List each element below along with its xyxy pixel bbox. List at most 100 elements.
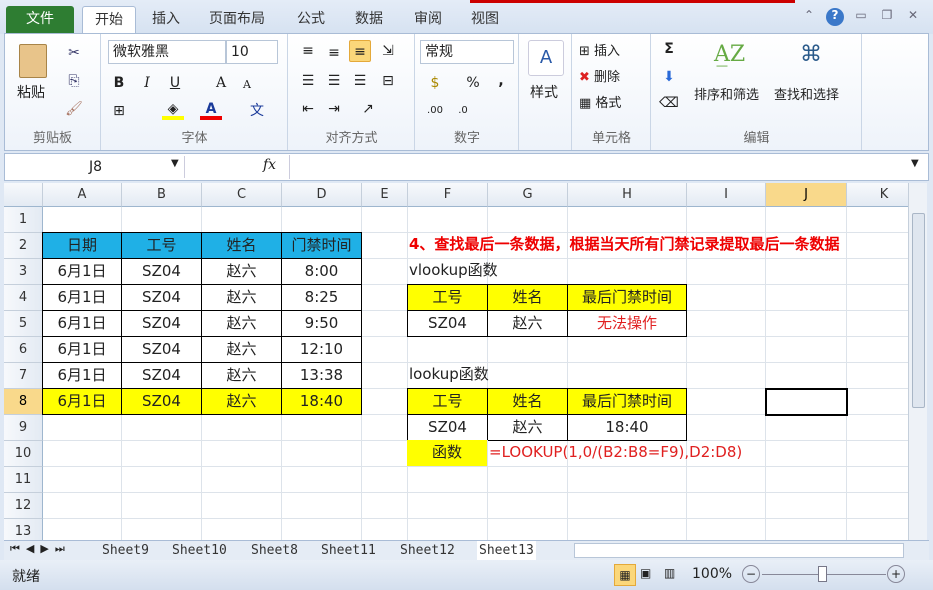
grid-cell[interactable] xyxy=(766,467,847,493)
cell-D5[interactable]: 9:50 xyxy=(281,310,362,337)
paste-button[interactable]: 粘贴 xyxy=(17,82,45,102)
grid-cell[interactable] xyxy=(202,441,282,467)
grid-cell[interactable] xyxy=(847,259,908,285)
grid-cell[interactable] xyxy=(766,337,847,363)
grid-cell[interactable] xyxy=(488,207,568,233)
phonetic-button[interactable]: 文 xyxy=(246,100,268,122)
grid-cell[interactable] xyxy=(43,493,122,519)
grid-cell[interactable] xyxy=(362,363,408,389)
minimize-ribbon-icon[interactable]: ⌃ xyxy=(800,8,818,26)
shrink-font-button[interactable]: A xyxy=(236,74,258,96)
grid-cell[interactable] xyxy=(488,337,568,363)
grid-cell[interactable] xyxy=(122,441,202,467)
cell-F7[interactable]: lookup函数 xyxy=(407,362,489,389)
cell-A6[interactable]: 6月1日 xyxy=(42,336,122,363)
align-bottom-icon[interactable]: ≡ xyxy=(349,40,371,62)
cell-C8[interactable]: 赵六 xyxy=(201,388,282,415)
grid-cell[interactable] xyxy=(43,467,122,493)
italic-button[interactable]: I xyxy=(136,72,158,94)
row-header-11[interactable]: 11 xyxy=(4,467,43,493)
column-header-C[interactable]: C xyxy=(202,183,282,207)
tab-page-layout[interactable]: 页面布局 xyxy=(197,6,277,34)
column-header-B[interactable]: B xyxy=(122,183,202,207)
align-center-icon[interactable]: ☰ xyxy=(323,70,345,92)
font-color-button[interactable]: A xyxy=(200,98,222,120)
cell-C7[interactable]: 赵六 xyxy=(201,362,282,389)
grid-cell[interactable] xyxy=(362,519,408,540)
format-cells-button[interactable]: ▦ 格式 xyxy=(579,92,621,111)
grid-cell[interactable] xyxy=(362,337,408,363)
column-header-D[interactable]: D xyxy=(282,183,362,207)
cell-A2[interactable]: 日期 xyxy=(42,232,122,259)
grid-cell[interactable] xyxy=(282,519,362,540)
cell-D2[interactable]: 门禁时间 xyxy=(281,232,362,259)
row-header-3[interactable]: 3 xyxy=(4,259,43,285)
grid-cell[interactable] xyxy=(847,493,908,519)
tab-insert[interactable]: 插入 xyxy=(140,6,192,34)
sheet-tab-Sheet12[interactable]: Sheet12 xyxy=(398,541,457,560)
expand-formula-icon[interactable]: ▼ xyxy=(911,158,919,169)
grid-cell[interactable] xyxy=(282,467,362,493)
sheet-tab-Sheet8[interactable]: Sheet8 xyxy=(249,541,300,560)
sheet-nav-arrows-icon[interactable]: ⏮◀▶⏭ xyxy=(10,542,71,556)
name-box[interactable]: J8 xyxy=(7,156,185,178)
grid-cell[interactable] xyxy=(687,493,766,519)
font-name-select[interactable]: 微软雅黑 xyxy=(108,40,226,64)
grid-cell[interactable] xyxy=(766,207,847,233)
align-right-icon[interactable]: ☰ xyxy=(349,70,371,92)
grid-cell[interactable] xyxy=(568,467,687,493)
grid-cell[interactable] xyxy=(766,493,847,519)
grid-cell[interactable] xyxy=(847,207,908,233)
cell-C4[interactable]: 赵六 xyxy=(201,284,282,311)
sheet-tab-Sheet11[interactable]: Sheet11 xyxy=(319,541,378,560)
grid-cell[interactable] xyxy=(687,389,766,415)
align-left-icon[interactable]: ☰ xyxy=(297,70,319,92)
tab-review[interactable]: 审阅 xyxy=(402,6,454,34)
cell-G10[interactable]: =LOOKUP(1,0/(B2:B8=F9),D2:D8) xyxy=(487,440,742,467)
grid-cell[interactable] xyxy=(362,467,408,493)
grid-cell[interactable] xyxy=(43,415,122,441)
increase-decimal-button[interactable]: .00 xyxy=(424,100,446,122)
comma-button[interactable]: , xyxy=(490,70,512,92)
tab-file[interactable]: 文件 xyxy=(6,6,74,34)
selected-cell-J8[interactable] xyxy=(765,388,848,416)
cell-B4[interactable]: SZ04 xyxy=(121,284,202,311)
cell-D3[interactable]: 8:00 xyxy=(281,258,362,285)
sheet-tab-Sheet10[interactable]: Sheet10 xyxy=(170,541,229,560)
column-header-J[interactable]: J xyxy=(766,183,847,207)
cell-C3[interactable]: 赵六 xyxy=(201,258,282,285)
grid-cell[interactable] xyxy=(847,467,908,493)
cell-B5[interactable]: SZ04 xyxy=(121,310,202,337)
grid-cell[interactable] xyxy=(568,363,687,389)
grid-cell[interactable] xyxy=(282,441,362,467)
row-header-2[interactable]: 2 xyxy=(4,233,43,259)
cell-H5[interactable]: 无法操作 xyxy=(567,310,687,337)
grid-cell[interactable] xyxy=(766,311,847,337)
formula-input[interactable] xyxy=(289,155,909,179)
grid-cell[interactable] xyxy=(488,363,568,389)
column-header-I[interactable]: I xyxy=(687,183,766,207)
grid-cell[interactable] xyxy=(43,519,122,540)
grid-cell[interactable] xyxy=(408,207,488,233)
cell-G8[interactable]: 姓名 xyxy=(487,388,568,415)
grid-cell[interactable] xyxy=(202,519,282,540)
grid-cell[interactable] xyxy=(202,467,282,493)
grid-cell[interactable] xyxy=(362,285,408,311)
cell-H4[interactable]: 最后门禁时间 xyxy=(567,284,687,311)
cell-D7[interactable]: 13:38 xyxy=(281,362,362,389)
cell-H8[interactable]: 最后门禁时间 xyxy=(567,388,687,415)
format-painter-icon[interactable]: 🖌 xyxy=(63,98,85,120)
cell-C5[interactable]: 赵六 xyxy=(201,310,282,337)
cell-C6[interactable]: 赵六 xyxy=(201,336,282,363)
cell-D4[interactable]: 8:25 xyxy=(281,284,362,311)
cell-A4[interactable]: 6月1日 xyxy=(42,284,122,311)
grid-cell[interactable] xyxy=(362,415,408,441)
grid-cell[interactable] xyxy=(43,207,122,233)
grid-cell[interactable] xyxy=(847,363,908,389)
cell-F9[interactable]: SZ04 xyxy=(407,414,488,441)
grid-cell[interactable] xyxy=(687,207,766,233)
insert-function-button[interactable]: fx xyxy=(263,157,276,173)
select-all-corner[interactable] xyxy=(4,183,43,207)
cell-F5[interactable]: SZ04 xyxy=(407,310,488,337)
borders-icon[interactable]: ⊞ xyxy=(108,100,130,122)
